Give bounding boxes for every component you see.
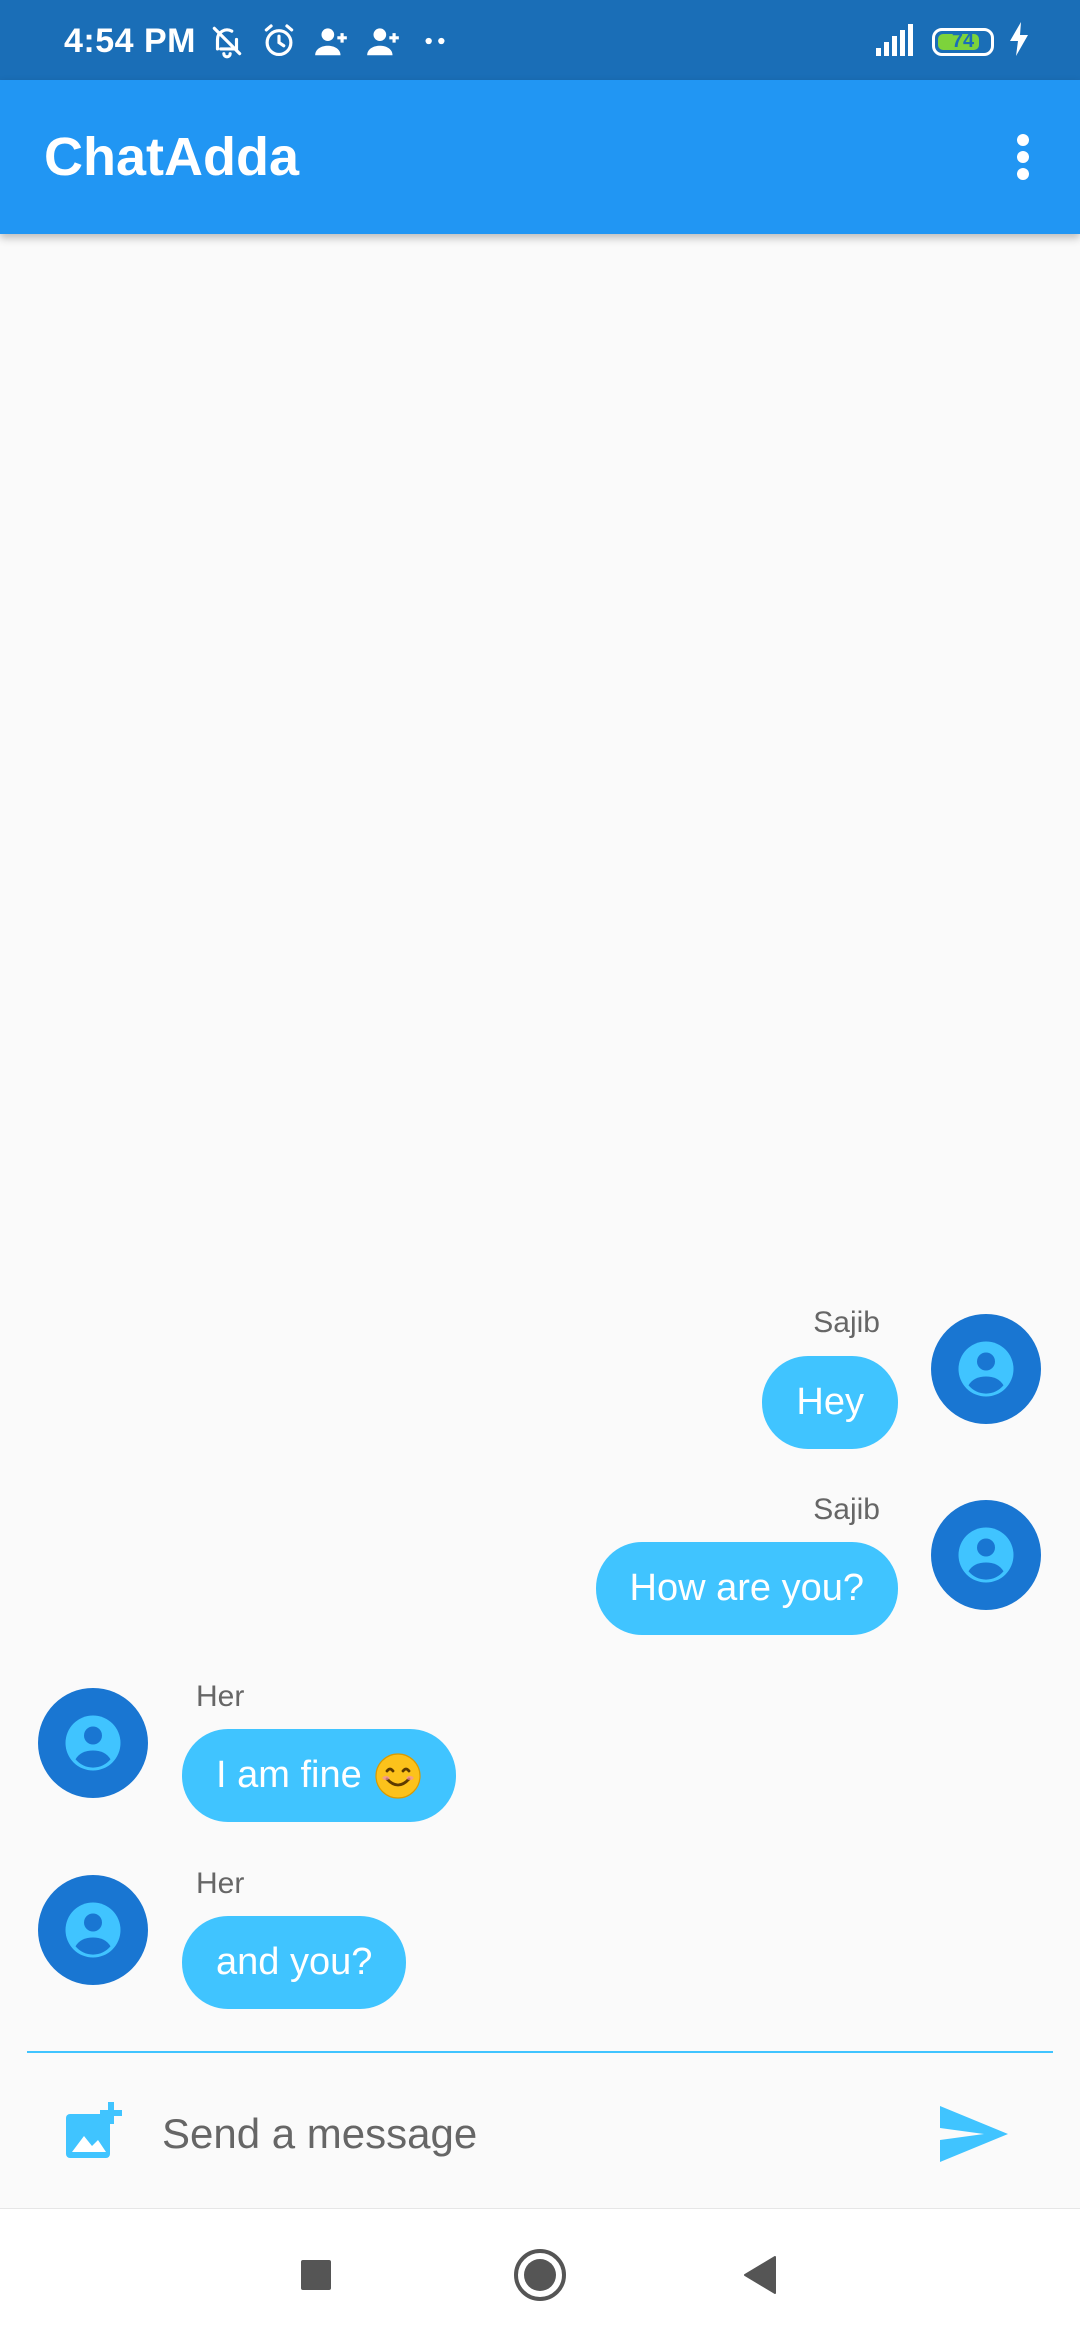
recents-square-icon [301, 2260, 331, 2290]
avatar[interactable] [931, 1500, 1041, 1610]
more-vert-icon [1017, 134, 1029, 180]
home-button[interactable] [508, 2243, 572, 2307]
avatar[interactable] [38, 1688, 148, 1798]
recents-button[interactable] [284, 2243, 348, 2307]
battery-icon: 74 [932, 27, 994, 56]
person-add-icon [312, 22, 350, 60]
status-bar: 4:54 PM 74 [0, 0, 1080, 80]
add-photo-icon [66, 2102, 122, 2158]
message-bubble[interactable]: I am fine [182, 1729, 456, 1822]
account-circle-icon [65, 1715, 121, 1771]
sender-name: Sajib [813, 1493, 880, 1526]
person-add-icon [364, 22, 402, 60]
add-photo-button[interactable] [62, 2100, 126, 2164]
app-title: ChatAdda [44, 127, 299, 187]
sender-name: Her [196, 1680, 245, 1713]
avatar[interactable] [38, 1875, 148, 1985]
message-bubble[interactable]: and you? [182, 1916, 407, 2009]
message-text: and you? [216, 1941, 373, 1983]
charging-icon [1008, 22, 1030, 61]
home-circle-icon [514, 2249, 566, 2301]
message-text: Hey [796, 1381, 864, 1423]
message-bubble[interactable]: How are you? [595, 1542, 898, 1635]
back-button[interactable] [728, 2243, 792, 2307]
avatar[interactable] [931, 1314, 1041, 1424]
bell-off-icon [208, 22, 246, 60]
alarm-icon [260, 22, 298, 60]
account-circle-icon [65, 1902, 121, 1958]
sender-name: Sajib [813, 1306, 880, 1339]
composer-divider [27, 2051, 1053, 2053]
send-icon [940, 2106, 1008, 2162]
account-circle-icon [958, 1527, 1014, 1583]
status-system-icons: 74 [876, 22, 1030, 61]
status-notification-icons [208, 22, 454, 60]
send-button[interactable] [938, 2102, 1010, 2166]
message-text: How are you? [629, 1567, 864, 1609]
battery-level-text: 74 [951, 30, 975, 52]
more-dots-icon [416, 22, 454, 60]
signal-icon [876, 22, 918, 61]
back-triangle-icon [744, 2256, 776, 2294]
account-circle-icon [958, 1341, 1014, 1397]
more-options-button[interactable] [988, 122, 1058, 192]
status-time: 4:54 PM [64, 22, 196, 60]
smiling-face-emoji [375, 1752, 421, 1799]
message-bubble[interactable]: Hey [762, 1356, 898, 1449]
message-input[interactable] [160, 2098, 904, 2170]
sender-name: Her [196, 1867, 245, 1900]
navigation-bar [0, 2208, 1080, 2341]
message-text: I am fine [216, 1754, 362, 1796]
app-bar: ChatAdda [0, 80, 1080, 234]
